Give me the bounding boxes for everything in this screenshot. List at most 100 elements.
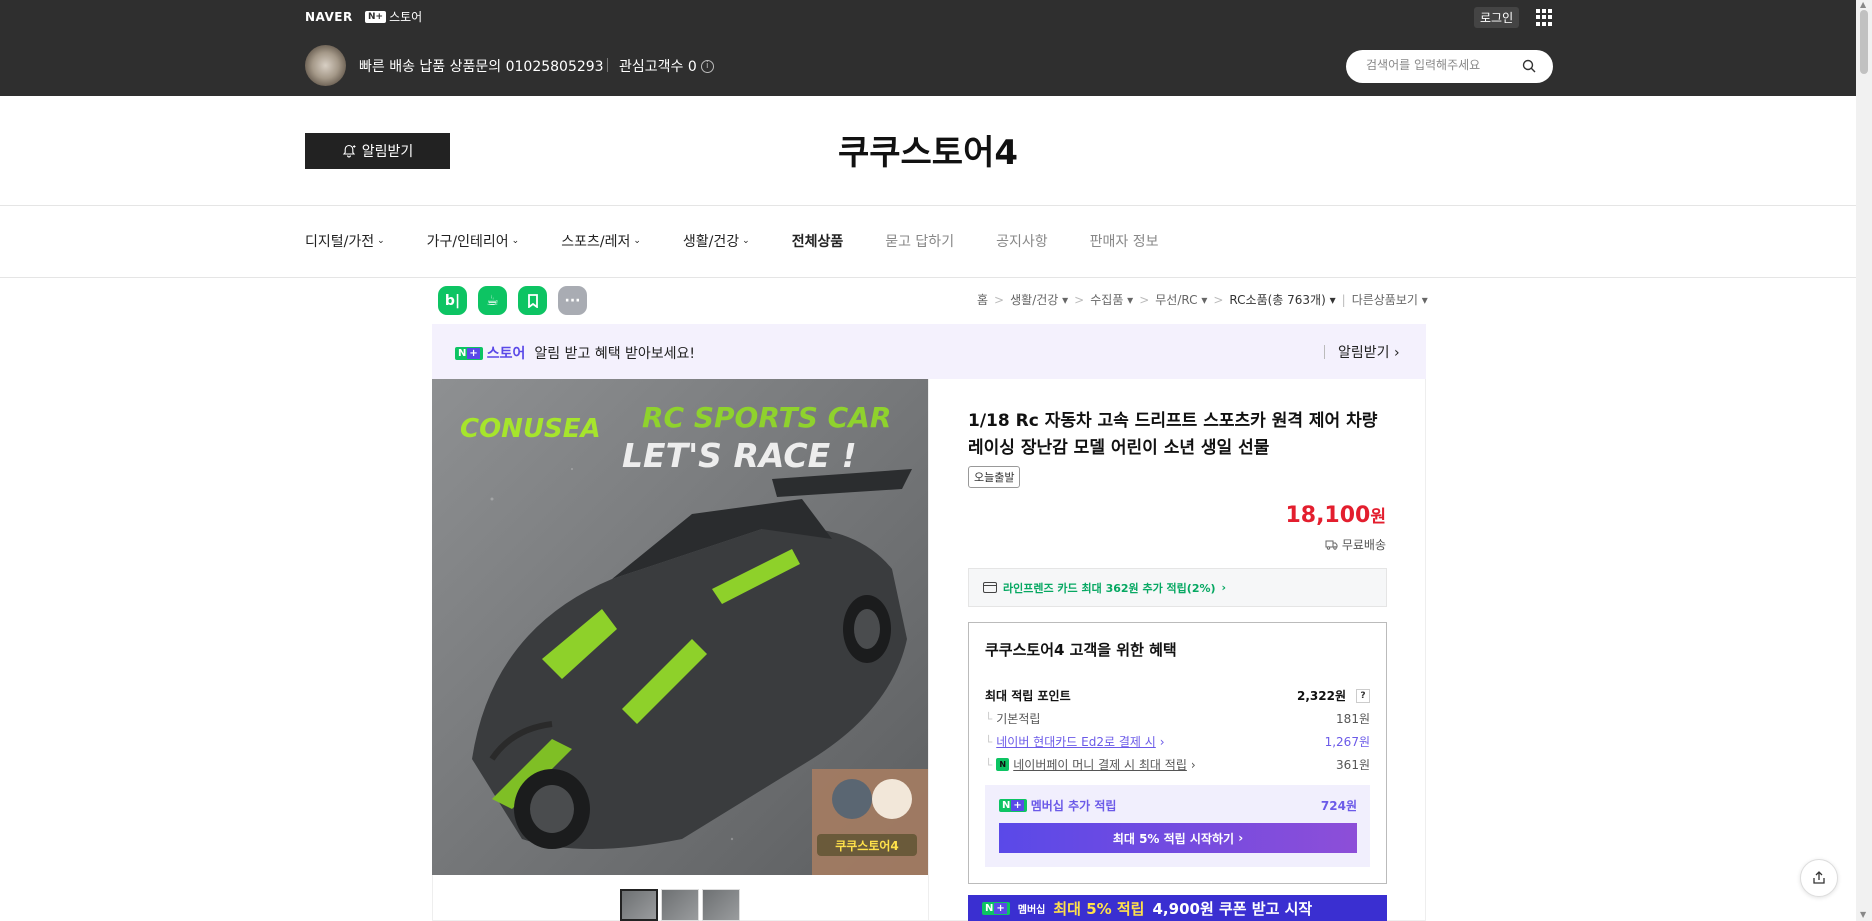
category-nav: 디지털/가전 ⌄ 가구/인테리어 ⌄ 스포츠/레저 ⌄ 생활/건강 ⌄ 전체상품 묻고 …: [305, 231, 1200, 251]
max-points-value: 2,322원: [1297, 689, 1346, 703]
login-button[interactable]: 로그인: [1474, 7, 1520, 28]
price-value: 18,100: [1285, 503, 1371, 528]
chevron-down-icon: ⌄: [377, 236, 385, 246]
points-row: └ 네이버 현대카드 Ed2로 결제 시 › 1,267원: [985, 733, 1370, 750]
membership-start-button[interactable]: 최대 5% 적립 시작하기 ›: [999, 823, 1357, 853]
search-input[interactable]: [1366, 58, 1516, 72]
points-row-value: 361원: [1336, 758, 1370, 772]
banner-store-label: 스토어: [486, 346, 526, 362]
scroll-down-icon[interactable]: ▼: [1860, 910, 1866, 919]
credit-card-icon: [983, 582, 997, 593]
nav-item-digital[interactable]: 디지털/가전 ⌄: [305, 231, 385, 251]
store-profile-image[interactable]: [305, 45, 346, 86]
nav-item-all-products[interactable]: 전체상품: [792, 231, 844, 251]
membership-promo-banner[interactable]: N + 멤버십 최대 5% 적립 4,900원 쿠폰 받고 시작: [968, 895, 1387, 921]
points-row: └ N 네이버페이 머니 결제 시 최대 적립 › 361원: [985, 756, 1370, 773]
interest-count-label: 관심고객수 0: [619, 59, 697, 75]
scroll-up-icon[interactable]: ▲: [1860, 0, 1866, 9]
store-notify-banner: N + 스토어 알림 받고 혜택 받아보세요! 알림받기 ›: [432, 324, 1426, 379]
divider: [0, 277, 1856, 278]
nplus-store-label: 스토어: [389, 10, 423, 24]
membership-box: N + 멤버십 추가 적립 724원 최대 5% 적립 시작하기 ›: [985, 785, 1370, 867]
bookmark-icon[interactable]: [518, 286, 547, 315]
naver-logo[interactable]: NAVER: [305, 10, 353, 24]
nav-item-qna[interactable]: 묻고 답하기: [885, 231, 954, 251]
breadcrumb-c1[interactable]: 생활/건강 ▾: [1010, 291, 1068, 308]
scrollbar-thumb[interactable]: [1860, 10, 1868, 74]
points-row-value: 181원: [1336, 712, 1370, 726]
npay-money-link[interactable]: 네이버페이 머니 결제 시 최대 적립: [1013, 756, 1187, 773]
product-image[interactable]: 쿠쿠스토어4 CONUSEA RC SPORTS CAR LET'S RACE …: [432, 379, 928, 875]
thumbnail-strip: [620, 889, 740, 921]
thumbnail[interactable]: [702, 889, 740, 921]
store-description: 빠른 배송 납품 상품문의 01025805293: [359, 59, 604, 75]
help-icon[interactable]: ?: [1356, 688, 1370, 703]
store-title[interactable]: 쿠쿠스토어4: [0, 125, 1856, 174]
nav-item-label: 생활/건강: [682, 234, 740, 250]
shipping-info: 무료배송: [1200, 536, 1386, 553]
divider: [928, 379, 929, 921]
chevron-down-icon: ⌄: [511, 236, 520, 246]
benefit-title: 쿠쿠스토어4 고객을 위한 혜택: [985, 641, 1177, 659]
chevron-down-icon: ⌄: [742, 236, 750, 246]
nplus-box: N+: [365, 10, 387, 23]
thumbnail[interactable]: [661, 889, 699, 921]
nav-item-label: 가구/인테리어: [426, 234, 509, 250]
shipping-label: 무료배송: [1341, 538, 1386, 552]
chevron-right-icon: >: [1074, 292, 1085, 307]
headline-1: RC SPORTS CAR: [642, 401, 891, 434]
nav-item-sports[interactable]: 스포츠/레저 ⌄: [561, 231, 641, 251]
share-icons: b| ☕ ···: [438, 286, 587, 315]
membership-value: 724원: [1320, 799, 1357, 813]
today-shipping-badge: 오늘출발: [968, 466, 1021, 488]
breadcrumb-c4[interactable]: RC소품(총 763개) ▾: [1229, 291, 1335, 308]
chevron-right-icon: >: [1139, 292, 1150, 307]
points-row-label: 기본적립: [996, 712, 1041, 726]
nav-item-notice[interactable]: 공지사항: [996, 231, 1048, 251]
breadcrumb-c3[interactable]: 무선/RC ▾: [1155, 291, 1207, 308]
nplus-icon: N +: [982, 901, 1010, 915]
nav-item-label: 스포츠/레저: [561, 234, 631, 250]
headline-2: LET'S RACE !: [622, 436, 857, 475]
hyundai-card-link[interactable]: 네이버 현대카드 Ed2로 결제 시: [996, 733, 1156, 750]
more-icon[interactable]: ···: [558, 286, 587, 315]
nplus-icon: N +: [455, 346, 483, 360]
chevron-right-icon: ›: [1221, 581, 1227, 594]
membership-cta-label: 최대 5% 적립 시작하기: [1112, 831, 1235, 846]
scrollbar[interactable]: [1856, 0, 1872, 921]
card-benefit-text: 라인프렌즈 카드 최대 362원 추가 적립(2%): [1003, 581, 1216, 595]
chevron-right-icon: >: [1213, 292, 1224, 307]
thumbnail[interactable]: [620, 889, 658, 921]
breadcrumb-c2[interactable]: 수집품 ▾: [1090, 291, 1133, 308]
breadcrumb: 홈 > 생활/건강 ▾ > 수집품 ▾ > 무선/RC ▾ > RC소품(총 7…: [977, 291, 1428, 308]
rc-car-illustration: 쿠쿠스토어4 CONUSEA RC SPORTS CAR LET'S RACE …: [432, 379, 928, 875]
header-divider: [607, 58, 608, 72]
cafe-icon[interactable]: ☕: [478, 286, 507, 315]
blog-icon[interactable]: b|: [438, 286, 467, 315]
nav-item-label: 디지털/가전: [305, 234, 375, 250]
search-box: [1346, 50, 1553, 83]
product-price: 18,100원: [1200, 502, 1386, 528]
breadcrumb-home[interactable]: 홈: [977, 291, 988, 308]
nav-item-living[interactable]: 생활/건강 ⌄: [683, 231, 750, 251]
share-icon: [1813, 871, 1825, 884]
breadcrumb-other-products[interactable]: 다른상품보기 ▾: [1352, 291, 1428, 308]
price-unit: 원: [1370, 507, 1386, 527]
nav-item-seller-info[interactable]: 판매자 정보: [1090, 231, 1159, 251]
banner-notify-link[interactable]: 알림받기 ›: [1338, 342, 1400, 362]
search-icon[interactable]: [1522, 59, 1536, 73]
chevron-right-icon: >: [994, 292, 1005, 307]
info-icon[interactable]: i: [700, 59, 714, 73]
banner-notify-label: 알림받기: [1338, 345, 1390, 361]
card-benefit-link[interactable]: 라인프렌즈 카드 최대 362원 추가 적립(2%) ›: [968, 568, 1387, 607]
share-button[interactable]: [1800, 859, 1838, 897]
divider: |: [1341, 292, 1346, 307]
apps-grid-icon[interactable]: [1536, 9, 1553, 26]
points-row-value: 1,267원: [1324, 735, 1370, 749]
points-row: └ 기본적립 181원: [985, 711, 1370, 727]
nav-item-furniture[interactable]: 가구/인테리어 ⌄: [427, 231, 520, 251]
membership-row: N + 멤버십 추가 적립 724원: [999, 797, 1357, 814]
promo-text: 4,900원 쿠폰 받고 시작: [1152, 899, 1313, 918]
nplus-store-logo[interactable]: N+ 스토어: [365, 8, 422, 25]
brand-text: CONUSEA: [460, 414, 601, 444]
